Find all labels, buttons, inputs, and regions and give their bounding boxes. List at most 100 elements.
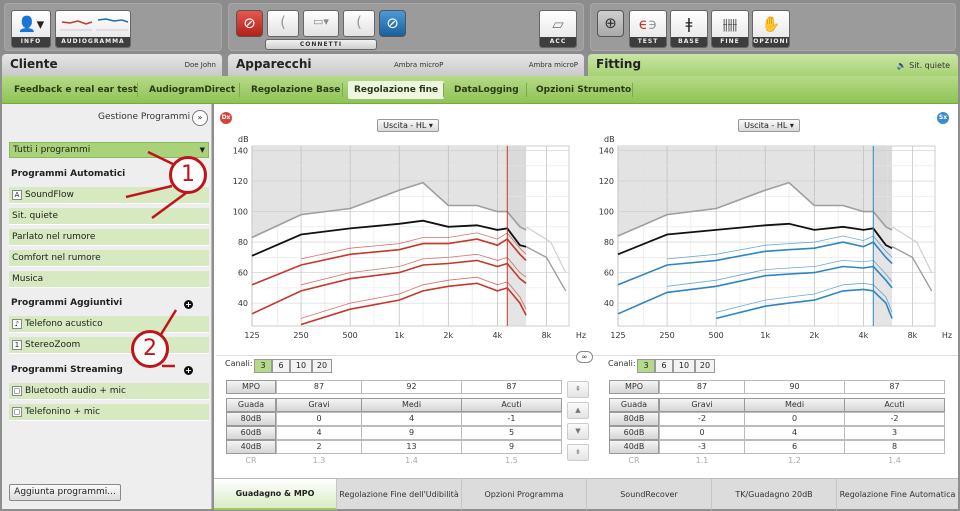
channel-option-3[interactable]: 3 [637, 359, 655, 373]
gain-cell[interactable]: 3 [844, 426, 945, 440]
programmer-icon: ▭▾ [313, 15, 329, 28]
gain-cell[interactable]: 2 [276, 440, 362, 454]
step-up-button[interactable]: ▲ [567, 402, 589, 419]
mpo-cell[interactable]: 90 [744, 380, 845, 394]
gain-cell[interactable]: -1 [461, 412, 562, 426]
tab-opzioni-strumento[interactable]: Opzioni Strumento [530, 81, 637, 99]
tab-soundrecover[interactable]: SoundRecover [587, 479, 712, 510]
step-down-button[interactable]: ▼ [567, 423, 589, 440]
cr-value: 1.2 [788, 456, 801, 465]
gain-cell[interactable]: -2 [659, 412, 745, 426]
tab-program-options[interactable]: Opzioni Programma [462, 479, 587, 510]
input-level-row-label[interactable]: 80dB [226, 412, 276, 426]
mpo-cell[interactable]: 87 [659, 380, 745, 394]
right-ear-badge: Dx [220, 112, 232, 124]
gain-cell[interactable]: 0 [744, 412, 845, 426]
left-device-button[interactable]: ( [343, 10, 375, 37]
channel-option-10[interactable]: 10 [290, 359, 312, 373]
tab-gain-mpo[interactable]: Guadagno & MPO [214, 479, 337, 510]
channel-option-10[interactable]: 10 [673, 359, 695, 373]
y-tick-label: 100 [233, 208, 248, 217]
test-button[interactable]: ϵ϶ TEST [629, 10, 667, 48]
link-ears-button[interactable]: ∞ [576, 351, 593, 363]
gain-cell[interactable]: 4 [361, 412, 462, 426]
mpo-row-label[interactable]: MPO [226, 380, 276, 394]
target-button[interactable]: ⊕ [597, 10, 624, 37]
tab-audibility-fine-tuning[interactable]: Regolazione Fine dell'Udibilità [337, 479, 462, 510]
mpo-cell[interactable]: 87 [844, 380, 945, 394]
mute-left-button[interactable]: ⊘ [379, 10, 406, 37]
gain-cell[interactable]: 6 [744, 440, 845, 454]
gain-cell[interactable]: 9 [461, 440, 562, 454]
ears-icon: ϵ϶ [638, 15, 658, 33]
connect-button[interactable]: CONNETTI [265, 39, 377, 50]
program-item[interactable]: ▢ Telefonino + mic [9, 404, 209, 421]
input-level-row-label[interactable]: 60dB [609, 426, 659, 440]
mute-right-button[interactable]: ⊘ [236, 10, 263, 37]
gain-cell[interactable]: 13 [361, 440, 462, 454]
tab-automatic-fine-tuning[interactable]: Regolazione Fine Automatica [837, 479, 958, 510]
x-tick-label: 1k [394, 331, 404, 340]
x-tick-label: 500 [343, 331, 358, 340]
band-header[interactable]: Gravi [276, 398, 362, 412]
gain-cell[interactable]: 0 [659, 426, 745, 440]
gain-cell[interactable]: 8 [844, 440, 945, 454]
devices-header[interactable]: Apparecchi Ambra microP Ambra microP [228, 54, 584, 76]
accessories-button[interactable]: ▱ ACC [539, 10, 577, 48]
x-tick-label: 4k [493, 331, 503, 340]
annotation-marker-2: 2 [131, 330, 169, 368]
step-up-large-button[interactable]: ⇞ [567, 381, 589, 398]
x-tick-label: 125 [244, 331, 259, 340]
y-tick-label: 80 [238, 238, 248, 247]
input-level-row-label[interactable]: 80dB [609, 412, 659, 426]
input-level-row-label[interactable]: 40dB [226, 440, 276, 454]
gain-cell[interactable]: 5 [461, 426, 562, 440]
gain-cell[interactable]: -2 [844, 412, 945, 426]
channel-option-6[interactable]: 6 [655, 359, 673, 373]
band-header[interactable]: Gravi [659, 398, 745, 412]
band-header[interactable]: Medi [361, 398, 462, 412]
right-device-button[interactable]: ( [267, 10, 299, 37]
step-down-large-button[interactable]: ⇟ [567, 444, 589, 461]
fitting-toolbar-group: ⊕ ϵ϶ TEST ǂ BASE ⫲⫲⫲ FINE ✋ OPZIONI [590, 3, 956, 51]
channel-option-20[interactable]: 20 [312, 359, 332, 373]
x-tick-label: 8k [908, 331, 918, 340]
add-programs-button[interactable]: Aggiunta programmi... [9, 484, 121, 501]
tab-datalogging[interactable]: DataLogging [448, 81, 525, 99]
cr-value: 1.5 [505, 456, 518, 465]
mpo-cell[interactable]: 87 [276, 380, 362, 394]
gain-cell[interactable]: 9 [361, 426, 462, 440]
band-header[interactable]: Acuti [461, 398, 562, 412]
gain-cell[interactable]: 4 [744, 426, 845, 440]
fine-button[interactable]: ⫲⫲⫲ FINE [711, 10, 749, 48]
right-ear-chart[interactable]: dB 140 120 100 80 60 40 125 250 500 1k 2k 4k 8k Hz [222, 128, 592, 343]
tab-tk-gain[interactable]: TK/Guadagno 20dB [712, 479, 837, 510]
link-icon: ∞ [581, 353, 588, 361]
gain-cell[interactable]: 0 [276, 412, 362, 426]
left-ear-chart[interactable]: dB 140 120 100 80 60 40 125 250 500 1k 2k 4k 8k Hz [588, 128, 958, 343]
input-level-row-label[interactable]: 60dB [226, 426, 276, 440]
fitting-header[interactable]: Fitting 🔈 Sit. quiete [588, 54, 958, 76]
channels-label: Canali: [608, 359, 636, 368]
gain-header: Guada [609, 398, 659, 412]
tab-regolazione-base[interactable]: Regolazione Base [245, 81, 346, 99]
options-button[interactable]: ✋ OPZIONI [752, 10, 790, 48]
channel-option-6[interactable]: 6 [272, 359, 290, 373]
channel-option-20[interactable]: 20 [695, 359, 715, 373]
y-tick-label: 140 [233, 147, 248, 156]
hearing-aid-icon: ( [356, 13, 362, 31]
mpo-cell[interactable]: 92 [361, 380, 462, 394]
band-header[interactable]: Acuti [844, 398, 945, 412]
connection-device-button[interactable]: ▭▾ [303, 10, 339, 37]
tab-regolazione-fine[interactable]: Regolazione fine [348, 81, 445, 99]
band-header[interactable]: Medi [744, 398, 845, 412]
gain-cell[interactable]: 4 [276, 426, 362, 440]
mpo-row-label[interactable]: MPO [609, 380, 659, 394]
annotation-marker-1: 1 [169, 156, 207, 194]
gain-header: Guada [226, 398, 276, 412]
channel-option-3[interactable]: 3 [254, 359, 272, 373]
base-button[interactable]: ǂ BASE [670, 10, 708, 48]
input-level-row-label[interactable]: 40dB [609, 440, 659, 454]
mpo-cell[interactable]: 87 [461, 380, 562, 394]
gain-cell[interactable]: -3 [659, 440, 745, 454]
